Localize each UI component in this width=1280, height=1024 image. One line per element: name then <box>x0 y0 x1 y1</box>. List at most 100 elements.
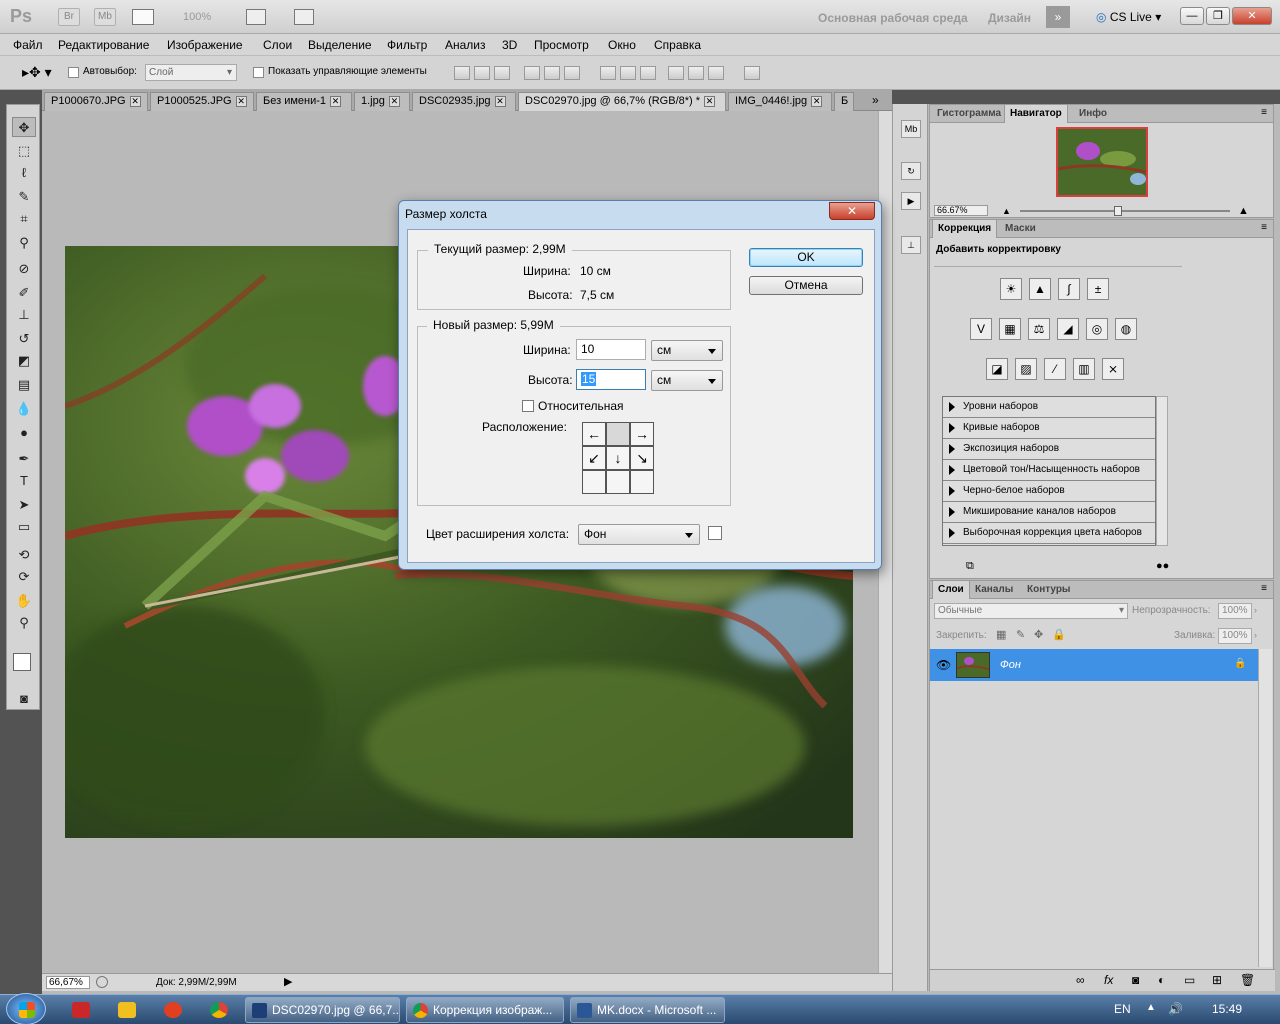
foreground-color-swatch[interactable] <box>13 653 31 671</box>
menu-layers[interactable]: Слои <box>263 38 292 52</box>
menu-help[interactable]: Справка <box>654 38 701 52</box>
navigator-slider-thumb[interactable] <box>1114 206 1122 216</box>
start-button[interactable] <box>6 993 46 1024</box>
opacity-arrow-icon[interactable]: › <box>1254 605 1257 615</box>
pen-tool-icon[interactable]: ✒ <box>12 449 36 469</box>
panel-menu-icon[interactable]: ≡ <box>1261 222 1267 233</box>
relative-checkbox[interactable] <box>522 400 534 412</box>
quick-mask-icon[interactable]: ◙ <box>12 689 36 709</box>
path-selection-tool-icon[interactable]: ➤ <box>12 495 36 515</box>
cs-live-button[interactable]: ◎ CS Live ▾ <box>1096 10 1161 24</box>
fill-field[interactable]: 100% <box>1218 628 1252 644</box>
quicklaunch-files-icon[interactable] <box>118 1002 136 1018</box>
lock-pixels-icon[interactable]: ✎ <box>1016 628 1025 641</box>
clone-source-panel-icon[interactable]: ⊥ <box>901 236 921 254</box>
taskbar-chrome[interactable]: Коррекция изображ... <box>406 997 564 1023</box>
align-right-icon[interactable] <box>564 66 580 80</box>
anchor-bottom-center[interactable] <box>606 470 630 494</box>
marquee-tool-icon[interactable]: ⬚ <box>12 141 36 161</box>
panel-menu-icon[interactable]: ≡ <box>1261 107 1267 118</box>
brightness-contrast-icon[interactable]: ☀ <box>1000 278 1022 300</box>
tab-dsc02935[interactable]: DSC02935.jpg ✕ <box>412 92 516 111</box>
extension-color-swatch[interactable] <box>708 526 722 540</box>
tab-info[interactable]: Инфо <box>1074 105 1112 123</box>
tab-channels[interactable]: Каналы <box>970 581 1018 599</box>
3d-orbit-tool-icon[interactable]: ⟳ <box>12 567 36 587</box>
dodge-tool-icon[interactable]: ● <box>12 423 36 443</box>
history-brush-tool-icon[interactable]: ↺ <box>12 329 36 349</box>
screen-mode-icon[interactable] <box>294 9 314 25</box>
zoom-in-icon[interactable]: ▲ <box>1238 205 1249 217</box>
navigator-zoom-field[interactable]: 66.67% <box>934 205 988 216</box>
preset-exposure[interactable]: Экспозиция наборов <box>943 439 1155 460</box>
tab-layers[interactable]: Слои <box>932 581 970 599</box>
lock-position-icon[interactable]: ✥ <box>1034 628 1043 641</box>
panel-options-icon[interactable]: ●● <box>1156 560 1169 572</box>
preset-hue-saturation[interactable]: Цветовой тон/Насыщенность наборов <box>943 460 1155 481</box>
distribute-hcenter-icon[interactable] <box>688 66 704 80</box>
preset-selective-color[interactable]: Выборочная коррекция цвета наборов <box>943 523 1155 544</box>
taskbar-word[interactable]: MK.docx - Microsoft ... <box>570 997 725 1023</box>
tab-adjustments[interactable]: Коррекция <box>932 220 998 238</box>
cancel-button[interactable]: Отмена <box>749 276 863 295</box>
align-bottom-icon[interactable] <box>494 66 510 80</box>
new-height-input[interactable]: 15 <box>576 369 646 390</box>
autoselect-target-select[interactable]: Слой ▾ <box>145 64 237 81</box>
menu-window[interactable]: Окно <box>608 38 636 52</box>
dialog-close-button[interactable]: ✕ <box>829 202 875 220</box>
clip-to-layer-icon[interactable]: ⧉ <box>966 560 974 573</box>
levels-icon[interactable]: ▲ <box>1029 278 1051 300</box>
distribute-bottom-icon[interactable] <box>640 66 656 80</box>
language-indicator[interactable]: EN <box>1114 1002 1131 1016</box>
mini-bridge-panel-icon[interactable]: Mb <box>901 120 921 138</box>
layers-scrollbar[interactable] <box>1258 649 1272 967</box>
clone-stamp-tool-icon[interactable]: ⊥ <box>12 305 36 325</box>
zoom-out-icon[interactable]: ▲ <box>1002 206 1011 216</box>
type-tool-icon[interactable]: T <box>12 471 36 491</box>
close-tab-icon[interactable]: ✕ <box>330 96 342 107</box>
height-unit-select[interactable]: см <box>651 370 723 391</box>
menu-analysis[interactable]: Анализ <box>445 38 486 52</box>
tab-overflow[interactable]: Б <box>834 92 854 111</box>
align-vcenter-icon[interactable] <box>474 66 490 80</box>
lasso-tool-icon[interactable]: ℓ <box>12 163 36 183</box>
crop-tool-icon[interactable]: ⌗ <box>12 209 36 229</box>
ok-button[interactable]: OK <box>749 248 863 267</box>
add-mask-icon[interactable]: ◙ <box>1132 973 1139 987</box>
menu-select[interactable]: Выделение <box>308 38 372 52</box>
more-workspaces-icon[interactable]: » <box>1046 6 1070 28</box>
status-info-icon[interactable] <box>96 976 108 988</box>
tray-expand-icon[interactable]: ▲ <box>1146 1002 1156 1013</box>
hue-saturation-icon[interactable]: ▦ <box>999 318 1021 340</box>
new-adjustment-layer-icon[interactable]: ◐ <box>1158 973 1165 987</box>
distribute-vcenter-icon[interactable] <box>620 66 636 80</box>
status-zoom-field[interactable]: 66,67% <box>46 976 90 989</box>
fill-arrow-icon[interactable]: › <box>1254 630 1257 640</box>
zoom-tool-icon[interactable]: ⚲ <box>12 613 36 633</box>
layer-row-background[interactable]: 👁 Фон 🔒 <box>930 649 1258 681</box>
width-unit-select[interactable]: см <box>651 340 723 361</box>
extension-color-select[interactable]: Фон <box>578 524 700 545</box>
panel-menu-icon[interactable]: ≡ <box>1261 583 1267 594</box>
tab-dsc02970-active[interactable]: DSC02970.jpg @ 66,7% (RGB/8*) * ✕ <box>518 92 726 111</box>
selective-color-icon[interactable]: ⨯ <box>1102 358 1124 380</box>
menu-view[interactable]: Просмотр <box>534 38 589 52</box>
vibrance-icon[interactable]: V <box>970 318 992 340</box>
gradient-map-icon[interactable]: ▥ <box>1073 358 1095 380</box>
view-extras-icon[interactable] <box>132 9 154 25</box>
close-tab-icon[interactable]: ✕ <box>704 96 716 107</box>
tab-masks[interactable]: Маски <box>1000 220 1041 238</box>
quicklaunch-browser-icon[interactable] <box>164 1002 182 1018</box>
workspace-design[interactable]: Дизайн <box>988 11 1031 25</box>
menu-3d[interactable]: 3D <box>502 38 517 52</box>
tab-navigator[interactable]: Навигатор <box>1004 105 1068 123</box>
navigator-zoom-slider[interactable] <box>1020 210 1230 212</box>
hand-tool-icon[interactable]: ✋ <box>12 591 36 611</box>
preset-black-white[interactable]: Черно-белое наборов <box>943 481 1155 502</box>
anchor-down-right-arrow-icon[interactable]: ↘ <box>630 446 654 470</box>
mini-bridge-button[interactable]: Mb <box>94 8 116 26</box>
opacity-field[interactable]: 100% <box>1218 603 1252 619</box>
close-tab-icon[interactable]: ✕ <box>129 96 141 107</box>
tab-histogram[interactable]: Гистограмма <box>932 105 1006 123</box>
tab-paths[interactable]: Контуры <box>1022 581 1075 599</box>
